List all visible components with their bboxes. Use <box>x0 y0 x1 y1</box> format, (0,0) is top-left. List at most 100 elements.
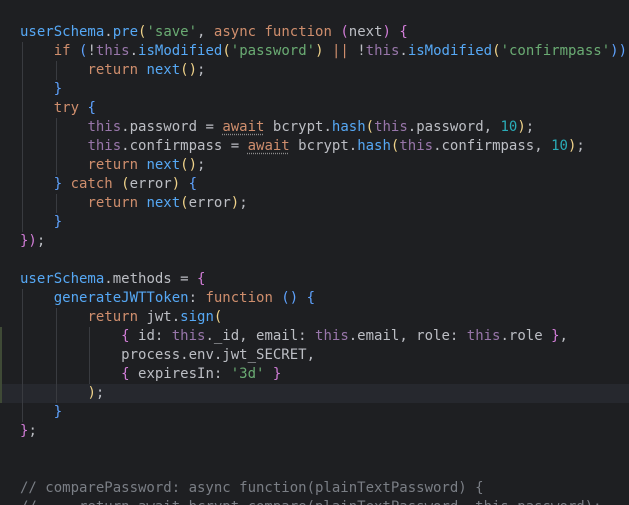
code-token: } <box>53 214 63 230</box>
code-line[interactable]: { id: this._id, email: this.email, role:… <box>0 327 629 346</box>
code-line[interactable]: userSchema.methods = { <box>0 270 629 289</box>
code-text: if (!this.isModified('password') || !thi… <box>20 42 627 61</box>
code-token: next <box>146 157 181 173</box>
code-token: { <box>180 176 198 192</box>
code-line[interactable]: } <box>0 403 629 422</box>
code-text: } <box>20 213 62 232</box>
code-line[interactable]: generateJWTToken: function () { <box>0 289 629 308</box>
code-token: ; <box>28 423 37 439</box>
code-token: ( <box>180 195 189 211</box>
code-line[interactable]: if (!this.isModified('password') || !thi… <box>0 42 629 61</box>
code-token: this <box>399 138 434 154</box>
code-line[interactable] <box>0 251 629 270</box>
code-token: expiresIn: <box>138 366 231 382</box>
code-text: } <box>20 80 62 99</box>
code-line[interactable]: return next(); <box>0 156 629 175</box>
code-token: . <box>399 43 408 59</box>
code-token: ) <box>171 176 181 192</box>
code-token: this <box>87 119 122 135</box>
code-line[interactable]: userSchema.pre('save', async function (n… <box>0 23 629 42</box>
code-text: } catch (error) { <box>20 175 197 194</box>
code-token: .confirmpass, <box>433 138 552 154</box>
code-text: return jwt.sign( <box>20 308 222 327</box>
code-text: this.password = await bcrypt.hash(this.p… <box>20 118 534 137</box>
code-token: next <box>146 62 181 78</box>
code-token: ; <box>525 119 535 135</box>
code-token: } <box>53 404 63 420</box>
code-line[interactable]: return next(); <box>0 61 629 80</box>
code-token: ( <box>121 176 130 192</box>
code-token: ( <box>340 24 349 40</box>
code-line[interactable]: return jwt.sign( <box>0 308 629 327</box>
code-line[interactable]: }; <box>0 422 629 441</box>
code-text: }; <box>20 422 37 441</box>
code-line[interactable]: { expiresIn: '3d' } <box>0 365 629 384</box>
code-token: hash <box>357 138 391 154</box>
code-line[interactable]: // return await bcrypt.compare(plainText… <box>0 498 629 505</box>
code-token: , <box>197 24 214 40</box>
code-line[interactable] <box>0 441 629 460</box>
code-line[interactable]: process.env.jwt_SECRET, <box>0 346 629 365</box>
code-line[interactable]: } <box>0 80 629 99</box>
code-line[interactable]: ); <box>0 384 629 403</box>
change-marker <box>0 384 2 403</box>
code-line[interactable]: } catch (error) { <box>0 175 629 194</box>
code-line[interactable] <box>0 4 629 23</box>
code-token: ( <box>365 119 375 135</box>
code-line[interactable]: this.password = await bcrypt.hash(this.p… <box>0 118 629 137</box>
code-text: return next(); <box>20 61 205 80</box>
code-token: next <box>146 195 181 211</box>
code-token: try <box>53 100 88 116</box>
code-token: async <box>213 24 265 40</box>
code-token: ; <box>239 195 248 211</box>
code-line[interactable] <box>0 460 629 479</box>
code-line[interactable]: // comparePassword: async function(plain… <box>0 479 629 498</box>
code-line[interactable]: } <box>0 213 629 232</box>
code-token: )) <box>610 43 627 59</box>
code-token: this <box>171 328 206 344</box>
code-token: ; <box>576 138 585 154</box>
code-text: this.confirmpass = await bcrypt.hash(thi… <box>20 137 585 156</box>
code-token: ! <box>87 43 96 59</box>
code-token: ( <box>492 43 501 59</box>
code-line[interactable]: return next(error); <box>0 194 629 213</box>
code-token: process.env.jwt_SECRET, <box>121 347 316 363</box>
code-token: .confirmpass = <box>121 138 248 154</box>
code-editor[interactable]: }); userSchema.pre('save', async function… <box>0 0 629 505</box>
code-token: . <box>104 24 113 40</box>
code-line[interactable]: this.confirmpass = await bcrypt.hash(thi… <box>0 137 629 156</box>
code-token: this <box>315 328 349 344</box>
code-token: ) <box>87 385 96 401</box>
code-token: this <box>466 328 501 344</box>
code-token: { <box>121 328 139 344</box>
code-token: ._id, email: <box>205 328 316 344</box>
code-text: userSchema.methods = { <box>20 270 205 289</box>
code-token: { <box>306 290 316 306</box>
code-token: { <box>197 271 206 287</box>
code-token: catch <box>70 176 122 192</box>
code-token: 'password' <box>230 43 316 59</box>
code-token: return <box>87 309 147 325</box>
code-line[interactable]: }); <box>0 232 629 251</box>
code-token: } <box>551 328 560 344</box>
code-token: }) <box>20 233 37 249</box>
code-token: this <box>95 43 130 59</box>
code-token: ( <box>222 43 231 59</box>
code-token: generateJWTToken <box>53 290 189 306</box>
code-token: this <box>374 119 408 135</box>
code-token: .methods = <box>104 271 198 287</box>
code-token: ; <box>197 62 206 78</box>
code-token: 10 <box>500 119 518 135</box>
code-line[interactable]: try { <box>0 99 629 118</box>
code-token: ( <box>213 309 223 325</box>
code-token: // return await bcrypt.compare(plainText… <box>20 499 602 505</box>
